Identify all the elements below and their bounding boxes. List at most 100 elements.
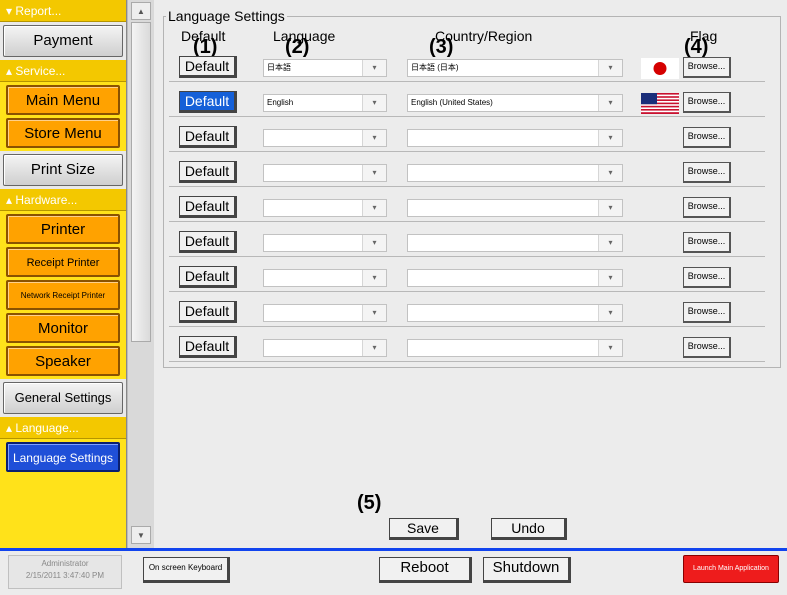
language-row: Default ▾ ▾ Browse... [169,124,765,152]
section-service-label: Service... [15,64,66,78]
default-button[interactable]: Default [179,126,237,148]
print-size-button[interactable]: Print Size [3,154,123,186]
receipt-printer-button[interactable]: Receipt Printer [6,247,120,277]
us-flag-icon [641,93,679,114]
save-button[interactable]: Save [389,518,459,540]
section-report-label: Report... [15,4,62,18]
dropdown-arrow-icon: ▾ [598,165,622,181]
dropdown-arrow-icon: ▾ [598,235,622,251]
default-button[interactable]: Default [179,56,237,78]
dropdown-arrow-icon: ▾ [598,270,622,286]
language-dropdown[interactable]: ▾ [263,304,387,322]
scroll-up-icon[interactable]: ▲ [131,2,151,20]
country-dropdown[interactable]: ▾ [407,199,623,217]
language-row: Default 日本語 ▾ 日本語 (日本) ▾ Browse... [169,54,765,82]
default-button[interactable]: Default [179,301,237,323]
country-dropdown[interactable]: ▾ [407,304,623,322]
browse-button[interactable]: Browse... [683,127,731,148]
default-button[interactable]: Default [179,266,237,288]
panel-title: Language Settings [168,8,285,24]
dropdown-arrow-icon: ▾ [598,305,622,321]
dropdown-arrow-icon: ▾ [598,130,622,146]
language-dropdown[interactable]: ▾ [263,339,387,357]
language-value: English [267,98,294,107]
country-dropdown[interactable]: ▾ [407,234,623,252]
marker-5: (5) [357,492,382,514]
language-row: Default ▾ ▾ Browse... [169,264,765,292]
language-row: Default ▾ ▾ Browse... [169,299,765,327]
browse-button[interactable]: Browse... [683,337,731,358]
language-settings-button[interactable]: Language Settings [6,442,120,472]
dropdown-arrow-icon: ▾ [362,340,386,356]
dropdown-arrow-icon: ▾ [362,200,386,216]
japan-flag-icon [641,58,679,79]
section-report-header[interactable]: ▾ Report... [0,0,126,22]
user-info: Administrator 2/15/2011 3:47:40 PM [8,555,122,589]
browse-button[interactable]: Browse... [683,302,731,323]
browse-button[interactable]: Browse... [683,232,731,253]
main-panel: Language Settings Default Language Count… [159,8,783,540]
monitor-button[interactable]: Monitor [6,313,120,343]
main-menu-button[interactable]: Main Menu [6,85,120,115]
section-hardware-header[interactable]: ▴ Hardware... [0,189,126,211]
sidebar: ▾ Report... Payment ▴ Service... Main Me… [0,0,127,548]
general-settings-button[interactable]: General Settings [3,382,123,414]
language-row: Default ▾ ▾ Browse... [169,229,765,257]
language-row: Default ▾ ▾ Browse... [169,194,765,222]
scroll-down-icon[interactable]: ▼ [131,526,151,544]
default-button[interactable]: Default [179,161,237,183]
user-name: Administrator [41,559,89,568]
language-row: Default ▾ ▾ Browse... [169,159,765,187]
browse-button[interactable]: Browse... [683,57,731,78]
country-value: English (United States) [411,98,493,107]
country-dropdown[interactable]: ▾ [407,269,623,287]
language-dropdown[interactable]: ▾ [263,199,387,217]
dropdown-arrow-icon: ▾ [362,235,386,251]
language-dropdown[interactable]: English ▾ [263,94,387,112]
dropdown-arrow-icon: ▾ [362,130,386,146]
sidebar-scrollbar[interactable]: ▲ ▼ [127,0,154,548]
launch-main-application-button[interactable]: Launch Main Application [683,555,779,583]
section-service-header[interactable]: ▴ Service... [0,60,126,82]
language-dropdown[interactable]: ▾ [263,129,387,147]
browse-button[interactable]: Browse... [683,92,731,113]
section-language-header[interactable]: ▴ Language... [0,417,126,439]
dropdown-arrow-icon: ▾ [362,95,386,111]
country-dropdown[interactable]: 日本語 (日本) ▾ [407,59,623,77]
reboot-button[interactable]: Reboot [379,557,472,583]
section-language-label: Language... [15,421,79,435]
default-button[interactable]: Default [179,336,237,358]
dropdown-arrow-icon: ▾ [362,270,386,286]
country-dropdown[interactable]: ▾ [407,129,623,147]
dropdown-arrow-icon: ▾ [362,305,386,321]
status-bar: Administrator 2/15/2011 3:47:40 PM On sc… [0,548,787,595]
language-dropdown[interactable]: ▾ [263,234,387,252]
on-screen-keyboard-button[interactable]: On screen Keyboard [143,557,230,583]
datetime: 2/15/2011 3:47:40 PM [25,571,105,580]
country-dropdown[interactable]: ▾ [407,164,623,182]
dropdown-arrow-icon: ▾ [598,200,622,216]
store-menu-button[interactable]: Store Menu [6,118,120,148]
default-button[interactable]: Default [179,231,237,253]
language-dropdown[interactable]: 日本語 ▾ [263,59,387,77]
browse-button[interactable]: Browse... [683,197,731,218]
browse-button[interactable]: Browse... [683,267,731,288]
speaker-button[interactable]: Speaker [6,346,120,376]
printer-button[interactable]: Printer [6,214,120,244]
scroll-thumb[interactable] [131,22,151,342]
section-hardware-label: Hardware... [15,193,78,207]
payment-button[interactable]: Payment [3,25,123,57]
country-value: 日本語 (日本) [411,63,459,72]
language-row: Default ▾ ▾ Browse... [169,334,765,362]
default-button[interactable]: Default [179,196,237,218]
undo-button[interactable]: Undo [491,518,567,540]
shutdown-button[interactable]: Shutdown [483,557,571,583]
language-dropdown[interactable]: ▾ [263,269,387,287]
default-button[interactable]: Default [179,91,237,113]
language-dropdown[interactable]: ▾ [263,164,387,182]
browse-button[interactable]: Browse... [683,162,731,183]
country-dropdown[interactable]: English (United States) ▾ [407,94,623,112]
country-dropdown[interactable]: ▾ [407,339,623,357]
dropdown-arrow-icon: ▾ [598,340,622,356]
network-receipt-printer-button[interactable]: Network Receipt Printer [6,280,120,310]
